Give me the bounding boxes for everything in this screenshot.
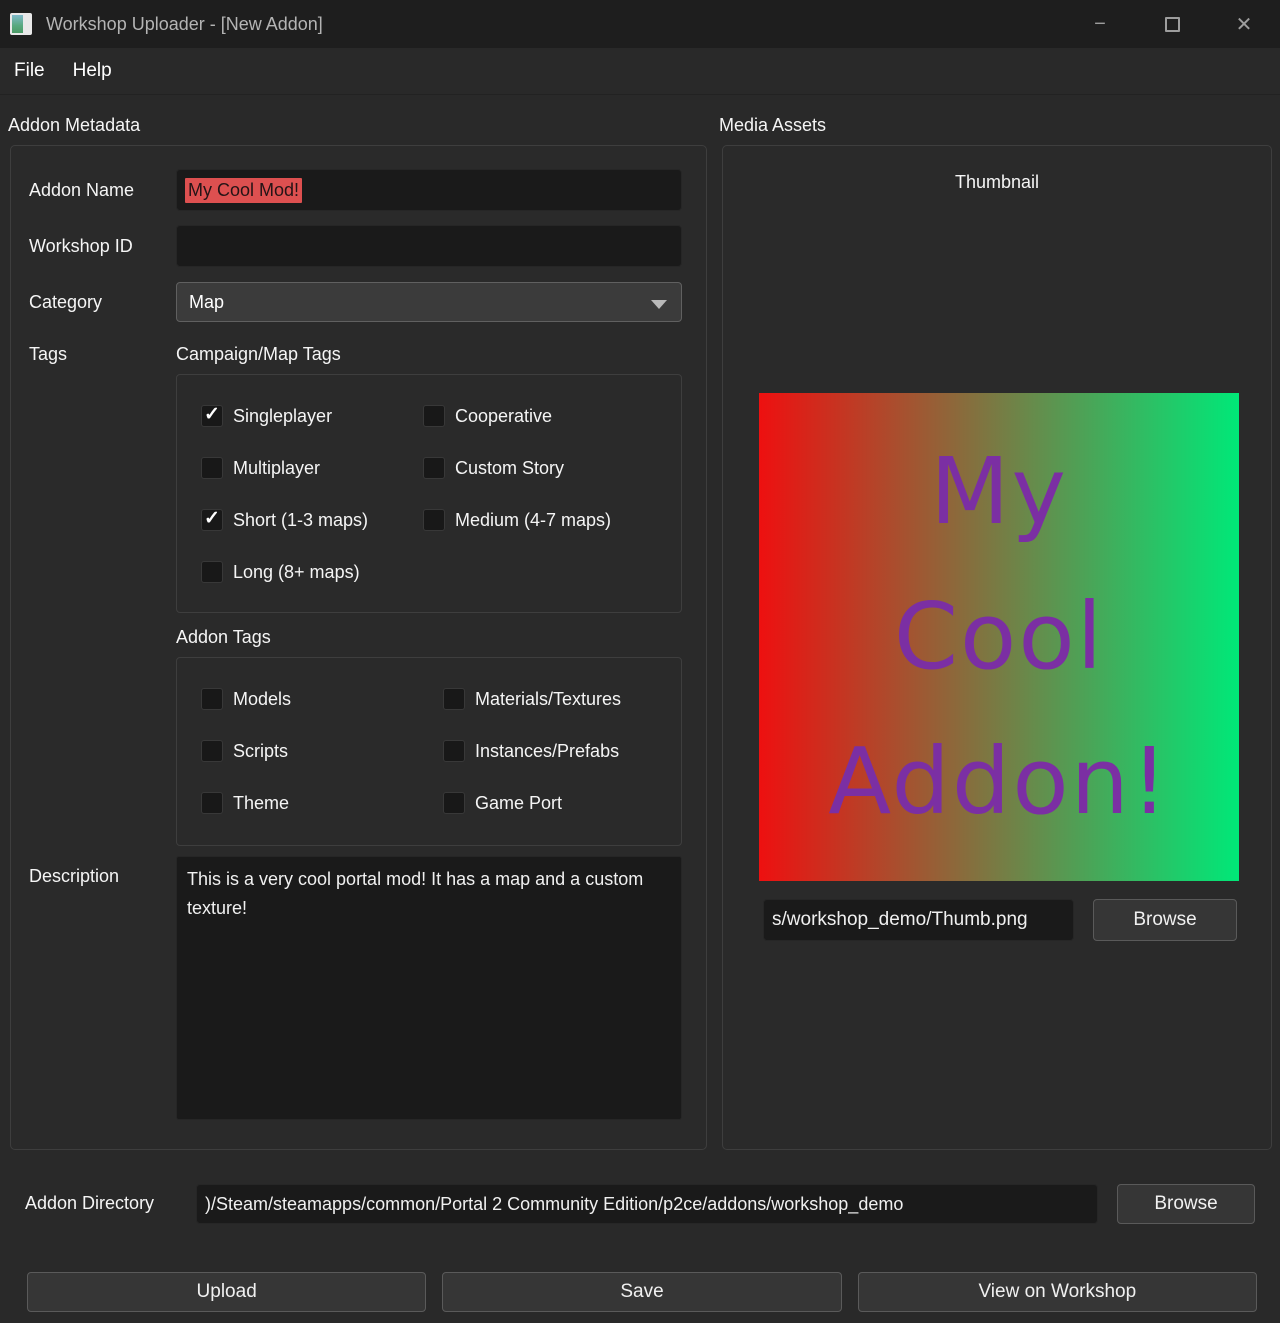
window-controls: − ✕ <box>1064 0 1280 48</box>
chevron-down-icon <box>651 300 667 309</box>
checkbox[interactable]: ✓ <box>201 405 223 427</box>
campaign-tag-checkbox-item[interactable]: ✓ Medium (4-7 maps) <box>423 509 681 531</box>
menu-item[interactable]: Help <box>59 54 126 88</box>
checkbox-label: Short (1-3 maps) <box>233 510 368 531</box>
addon-tags-group: ✓ Models ✓ Materials/Textures ✓ <box>176 657 682 846</box>
description-textarea[interactable]: This is a very cool portal mod! It has a… <box>176 856 682 1120</box>
campaign-tag-checkbox-item[interactable]: ✓ Multiplayer <box>201 457 423 479</box>
checkbox-label: Multiplayer <box>233 458 320 479</box>
thumbnail-text-line: My <box>759 446 1239 538</box>
footer-action-button[interactable]: Upload <box>27 1272 426 1312</box>
checkbox-label: Singleplayer <box>233 406 332 427</box>
category-selected-value: Map <box>189 292 224 313</box>
addon-directory-input[interactable] <box>196 1184 1098 1224</box>
addon-tag-checkbox-item[interactable]: ✓ Theme <box>201 792 443 814</box>
campaign-tag-checkbox-item[interactable]: ✓ Singleplayer <box>201 405 423 427</box>
maximize-button[interactable] <box>1136 0 1208 48</box>
checkmark-icon: ✓ <box>204 405 220 424</box>
checkbox[interactable]: ✓ <box>201 457 223 479</box>
checkbox-label: Cooperative <box>455 406 552 427</box>
checkmark-icon: ✓ <box>204 509 220 528</box>
checkbox-label: Custom Story <box>455 458 564 479</box>
checkbox-label: Scripts <box>233 741 288 762</box>
addon-name-label: Addon Name <box>29 180 176 201</box>
thumbnail-preview-image: My Cool Addon! <box>759 393 1239 881</box>
addon-metadata-group: Addon Name My Cool Mod! Workshop ID Cate… <box>10 145 707 1150</box>
addon-tag-checkbox-item[interactable]: ✓ Models <box>201 688 443 710</box>
checkbox[interactable]: ✓ <box>201 561 223 583</box>
category-dropdown[interactable]: Map <box>176 282 682 322</box>
checkbox[interactable]: ✓ <box>201 740 223 762</box>
close-icon: ✕ <box>1236 12 1253 37</box>
thumbnail-browse-button[interactable]: Browse <box>1093 899 1237 941</box>
addon-directory-label: Addon Directory <box>25 1193 154 1214</box>
checkbox-label: Instances/Prefabs <box>475 741 619 762</box>
menu-bar: File Help <box>0 48 1280 95</box>
checkbox[interactable]: ✓ <box>201 792 223 814</box>
checkbox-label: Models <box>233 689 291 710</box>
checkbox-label: Game Port <box>475 793 562 814</box>
maximize-icon <box>1165 17 1180 32</box>
media-assets-group: Thumbnail My Cool Addon! Browse <box>722 145 1272 1150</box>
campaign-tag-checkbox-item[interactable]: ✓ Short (1-3 maps) <box>201 509 423 531</box>
tags-label: Tags <box>29 344 176 365</box>
campaign-map-tags-group: ✓ Singleplayer ✓ Cooperative ✓ <box>176 374 682 613</box>
footer-action-buttons: Upload Save View on Workshop <box>27 1272 1257 1312</box>
window-title: Workshop Uploader - [New Addon] <box>46 14 323 35</box>
menu-item[interactable]: File <box>0 54 59 88</box>
thumbnail-label: Thumbnail <box>723 172 1271 193</box>
addon-tags-title: Addon Tags <box>176 627 682 648</box>
title-bar[interactable]: Workshop Uploader - [New Addon] − ✕ <box>0 0 1280 48</box>
campaign-tag-checkbox-item[interactable]: ✓ Custom Story <box>423 457 681 479</box>
workshop-id-input[interactable] <box>176 225 682 267</box>
app-icon <box>10 13 32 35</box>
checkbox[interactable]: ✓ <box>443 792 465 814</box>
addon-name-value: My Cool Mod! <box>185 178 302 203</box>
close-button[interactable]: ✕ <box>1208 0 1280 48</box>
footer-action-button[interactable]: Save <box>442 1272 841 1312</box>
footer-action-button[interactable]: View on Workshop <box>858 1272 1257 1312</box>
checkbox[interactable]: ✓ <box>201 688 223 710</box>
checkbox[interactable]: ✓ <box>443 740 465 762</box>
checkbox[interactable]: ✓ <box>423 509 445 531</box>
addon-name-input[interactable]: My Cool Mod! <box>176 169 682 211</box>
category-label: Category <box>29 292 176 313</box>
workshop-id-label: Workshop ID <box>29 236 176 257</box>
checkbox-label: Theme <box>233 793 289 814</box>
addon-tag-checkbox-item[interactable]: ✓ Scripts <box>201 740 443 762</box>
campaign-tag-checkbox-item[interactable]: ✓ Long (8+ maps) <box>201 561 423 583</box>
checkbox-label: Long (8+ maps) <box>233 562 360 583</box>
minimize-icon: − <box>1094 13 1106 36</box>
thumbnail-path-input[interactable] <box>763 899 1074 941</box>
thumbnail-text-line: Addon! <box>759 736 1239 828</box>
workshop-uploader-window: { "window": { "title": "Workshop Uploade… <box>0 0 1280 1323</box>
media-assets-section-title: Media Assets <box>719 115 826 136</box>
addon-tag-checkbox-item[interactable]: ✓ Instances/Prefabs <box>443 740 681 762</box>
addon-tag-checkbox-item[interactable]: ✓ Game Port <box>443 792 681 814</box>
checkbox[interactable]: ✓ <box>443 688 465 710</box>
checkbox-label: Materials/Textures <box>475 689 621 710</box>
description-label: Description <box>29 866 176 887</box>
thumbnail-text-line: Cool <box>759 591 1239 683</box>
campaign-map-tags-title: Campaign/Map Tags <box>176 344 682 365</box>
checkbox-label: Medium (4-7 maps) <box>455 510 611 531</box>
checkbox[interactable]: ✓ <box>423 457 445 479</box>
checkbox[interactable]: ✓ <box>423 405 445 427</box>
minimize-button[interactable]: − <box>1064 0 1136 48</box>
checkbox[interactable]: ✓ <box>201 509 223 531</box>
addon-directory-browse-button[interactable]: Browse <box>1117 1184 1255 1224</box>
addon-metadata-section-title: Addon Metadata <box>8 115 140 136</box>
addon-tag-checkbox-item[interactable]: ✓ Materials/Textures <box>443 688 681 710</box>
campaign-tag-checkbox-item[interactable]: ✓ Cooperative <box>423 405 681 427</box>
